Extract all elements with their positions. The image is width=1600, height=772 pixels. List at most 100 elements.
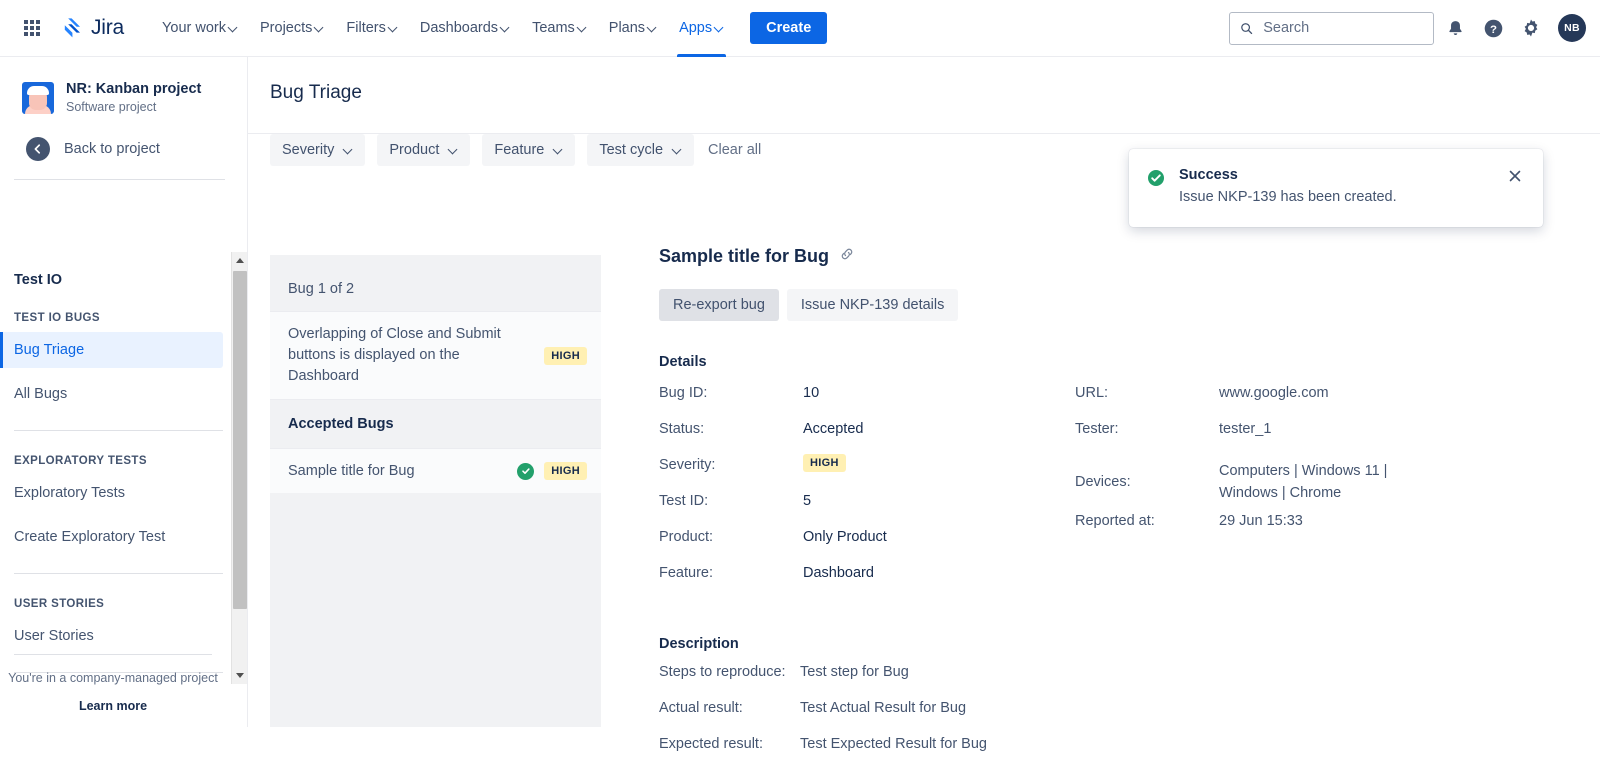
detail-field-tester: Tester: tester_1	[1075, 418, 1491, 454]
app-switcher-icon[interactable]	[18, 14, 46, 42]
nav-item-filters[interactable]: Filters	[336, 0, 407, 57]
field-value: Dashboard	[803, 565, 874, 581]
filter-product[interactable]: Product	[377, 134, 471, 166]
re-export-bug-button[interactable]: Re-export bug	[659, 289, 779, 321]
sidebar-item-create-exploratory-test[interactable]: Create Exploratory Test	[0, 519, 223, 555]
nav-item-teams[interactable]: Teams	[522, 0, 597, 57]
field-value: Accepted	[803, 421, 864, 437]
filter-test-cycle[interactable]: Test cycle	[587, 134, 695, 166]
jira-home-link[interactable]: Jira	[60, 16, 124, 40]
brand-name: Jira	[91, 16, 125, 39]
details-right-column: URL: www.google.com Tester: tester_1 Dev…	[1075, 382, 1491, 598]
sidebar-item-user-stories[interactable]: User Stories	[0, 618, 223, 654]
bug-list-panel: Bug 1 of 2 Overlapping of Close and Subm…	[270, 255, 601, 727]
clear-all-button[interactable]: Clear all	[708, 142, 761, 158]
field-label: Expected result:	[659, 736, 763, 752]
chevron-down-icon	[648, 23, 657, 32]
help-icon: ?	[1484, 19, 1502, 37]
sidebar-group-label-exploratory-tests: EXPLORATORY TESTS	[14, 455, 147, 467]
nav-item-apps[interactable]: Apps	[669, 0, 734, 57]
sidebar: NR: Kanban project Software project Back…	[0, 57, 248, 727]
project-name: NR: Kanban project	[66, 81, 202, 97]
bug-title: Sample title for Bug	[288, 463, 415, 479]
detail-field-status: Status: Accepted	[659, 418, 1075, 454]
nav-label: Teams	[532, 20, 575, 36]
search-input[interactable]	[1261, 19, 1423, 37]
description-field-expected: Expected result: Test Expected Result fo…	[659, 736, 1579, 772]
nav-label: Dashboards	[419, 20, 499, 36]
filter-label: Feature	[494, 142, 545, 158]
scroll-up-button[interactable]	[232, 252, 248, 269]
sidebar-item-label: Bug Triage	[14, 342, 85, 358]
chevron-down-icon	[449, 145, 458, 154]
jira-logo-icon	[64, 18, 80, 38]
description-heading: Description	[659, 636, 739, 652]
scrollbar-thumb[interactable]	[233, 271, 247, 609]
title-divider	[248, 133, 1600, 134]
filter-feature[interactable]: Feature	[482, 134, 576, 166]
bug-detail-pane: Sample title for Bug Re-export bug Issue…	[659, 246, 1579, 772]
field-label: Reported at:	[1075, 513, 1155, 529]
settings-button[interactable]	[1514, 11, 1548, 45]
scroll-down-button[interactable]	[232, 667, 248, 684]
close-icon[interactable]	[1507, 168, 1527, 188]
bug-list-item-accepted[interactable]: Sample title for Bug HIGH	[270, 449, 601, 493]
field-value: Test Actual Result for Bug	[800, 700, 967, 716]
grid-icon	[24, 20, 40, 36]
field-label: Test ID:	[659, 493, 709, 509]
chevron-down-icon	[501, 23, 510, 32]
detail-field-reported-at: Reported at: 29 Jun 15:33	[1075, 510, 1491, 546]
field-value: 10	[803, 385, 820, 401]
notifications-button[interactable]	[1438, 11, 1472, 45]
field-label: Steps to reproduce:	[659, 664, 786, 680]
field-value: Computers | Windows 11 | Windows | Chrom…	[1219, 463, 1388, 501]
sidebar-item-all-bugs[interactable]: All Bugs	[0, 376, 223, 412]
sidebar-item-label: All Bugs	[14, 386, 68, 402]
field-label: URL:	[1075, 385, 1109, 401]
detail-field-devices: Devices: Computers | Windows 11 | Window…	[1075, 454, 1491, 510]
detail-field-test-id: Test ID: 5	[659, 490, 1075, 526]
learn-more-link[interactable]: Learn more	[0, 699, 226, 713]
bug-list-item-pending[interactable]: Overlapping of Close and Submit buttons …	[270, 311, 601, 400]
chevron-down-icon	[673, 145, 682, 154]
sidebar-scrollbar[interactable]	[231, 252, 247, 684]
description-field-actual: Actual result: Test Actual Result for Bu…	[659, 700, 1579, 736]
back-to-project-link[interactable]: Back to project	[0, 115, 247, 161]
success-check-icon	[1147, 169, 1165, 187]
gear-icon	[1524, 19, 1538, 37]
project-header[interactable]: NR: Kanban project Software project	[0, 57, 247, 115]
nav-item-dashboards[interactable]: Dashboards	[410, 0, 520, 57]
sidebar-group-label-test-io-bugs: TEST IO BUGS	[14, 312, 100, 324]
search-box[interactable]	[1229, 11, 1434, 45]
top-navigation-bar: Jira Your work Projects Filters Dashboar…	[0, 0, 1600, 57]
nav-label: Projects	[260, 20, 313, 36]
chevron-down-icon	[578, 23, 587, 32]
project-avatar-icon	[22, 82, 54, 114]
nav-item-your-work[interactable]: Your work	[152, 0, 248, 57]
user-avatar[interactable]: NB	[1558, 14, 1586, 42]
nav-item-plans[interactable]: Plans	[599, 0, 667, 57]
create-button[interactable]: Create	[750, 12, 828, 44]
severity-badge: HIGH	[544, 462, 587, 480]
bug-detail-actions: Re-export bug Issue NKP-139 details	[659, 289, 1579, 321]
page-title: Bug Triage	[270, 82, 362, 103]
field-label: Feature:	[659, 565, 713, 581]
sidebar-item-exploratory-tests[interactable]: Exploratory Tests	[0, 475, 223, 511]
nav-item-projects[interactable]: Projects	[250, 0, 334, 57]
bug-detail-title-row: Sample title for Bug	[659, 246, 1579, 267]
toast-body: Success Issue NKP-139 has been created.	[1179, 167, 1493, 209]
chevron-down-icon	[554, 145, 563, 154]
description-field-steps: Steps to reproduce: Test step for Bug	[659, 664, 1579, 700]
details-columns: Bug ID: 10 Status: Accepted Severity: HI…	[659, 382, 1579, 598]
copy-link-icon[interactable]	[839, 246, 855, 267]
filter-severity[interactable]: Severity	[270, 134, 366, 166]
field-label: Product:	[659, 529, 713, 545]
issue-details-button[interactable]: Issue NKP-139 details	[786, 289, 959, 321]
nav-label: Apps	[679, 20, 713, 36]
project-type: Software project	[66, 100, 157, 114]
sidebar-item-bug-triage[interactable]: Bug Triage	[0, 332, 223, 368]
sidebar-item-label: User Stories	[14, 628, 94, 644]
field-label: Bug ID:	[659, 385, 708, 401]
bug-count-label: Bug 1 of 2	[288, 281, 355, 297]
help-button[interactable]: ?	[1476, 11, 1510, 45]
